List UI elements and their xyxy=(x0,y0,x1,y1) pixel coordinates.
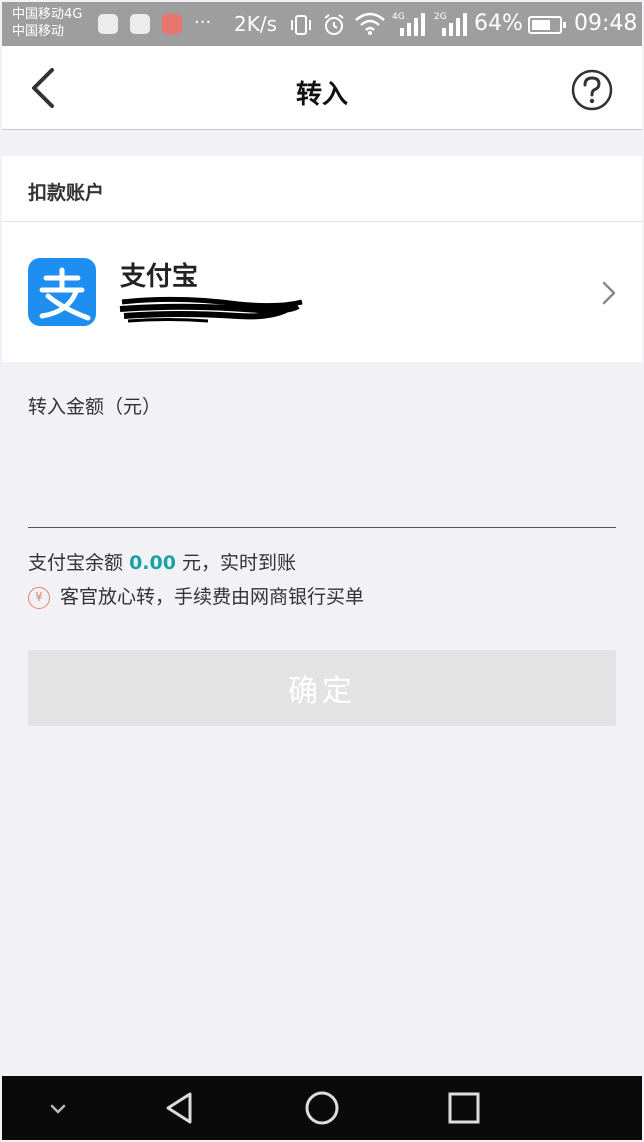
page-title: 转入 xyxy=(295,80,348,110)
battery-percent: 64% xyxy=(474,11,523,36)
screen: 中国移动4G 中国移动 ··· 2K/s 4G 2G 64% 09:48 转入 … xyxy=(2,2,642,1140)
help-icon[interactable] xyxy=(570,68,614,112)
chevron-down-icon[interactable] xyxy=(36,1088,80,1128)
network-speed: 2K/s xyxy=(234,12,277,36)
section-title: 扣款账户 xyxy=(28,182,105,204)
health-app-icon xyxy=(130,14,150,34)
amount-input[interactable] xyxy=(28,432,616,528)
nav-bar: 转入 xyxy=(2,46,642,130)
signal-4g-icon: 4G xyxy=(392,12,425,36)
signal-2g-icon: 2G xyxy=(434,12,467,36)
carrier-line-2: 中国移动 xyxy=(12,24,65,39)
fee-notice-text: 客官放心转，手续费由网商银行买单 xyxy=(60,586,365,608)
carrier-line-1: 中国移动4G xyxy=(12,7,83,22)
system-navigation-bar xyxy=(2,1076,642,1140)
balance-suffix: 元，实时到账 xyxy=(182,552,297,574)
alipay-logo-icon xyxy=(28,258,96,326)
nav-back-icon[interactable] xyxy=(158,1088,202,1128)
status-bar: 中国移动4G 中国移动 ··· 2K/s 4G 2G 64% 09:48 xyxy=(2,2,642,46)
redacted-account-number xyxy=(119,296,303,323)
alarm-icon xyxy=(324,14,344,35)
signal-2g-label: 2G xyxy=(434,12,447,22)
nav-home-icon[interactable] xyxy=(300,1088,344,1128)
battery-icon xyxy=(528,16,566,34)
mail-app-icon xyxy=(162,14,182,34)
balance-prefix: 支付宝余额 xyxy=(28,552,124,574)
confirm-button[interactable]: 确定 xyxy=(28,650,616,726)
payment-account-selector[interactable]: 支付宝 xyxy=(2,222,642,362)
account-name: 支付宝 xyxy=(120,262,199,292)
clock: 09:48 xyxy=(574,11,638,36)
carrier-info: 中国移动4G 中国移动 xyxy=(12,6,82,40)
balance-amount: 0.00 xyxy=(129,552,176,574)
balance-info: 支付宝余额 0.00 元，实时到账 xyxy=(28,548,296,575)
payment-account-header: 扣款账户 xyxy=(2,156,642,222)
yuan-coin-icon: ¥ xyxy=(28,586,50,609)
signal-4g-label: 4G xyxy=(392,12,405,22)
app-notification-icon xyxy=(98,14,118,34)
more-notifications-icon: ··· xyxy=(194,12,212,33)
wifi-icon xyxy=(355,12,385,35)
fee-notice: ¥ 客官放心转，手续费由网商银行买单 xyxy=(28,582,364,609)
amount-label: 转入金额（元） xyxy=(28,396,162,418)
vibrate-icon xyxy=(291,15,311,35)
chevron-right-icon xyxy=(602,281,616,305)
nav-recents-icon[interactable] xyxy=(442,1088,486,1128)
